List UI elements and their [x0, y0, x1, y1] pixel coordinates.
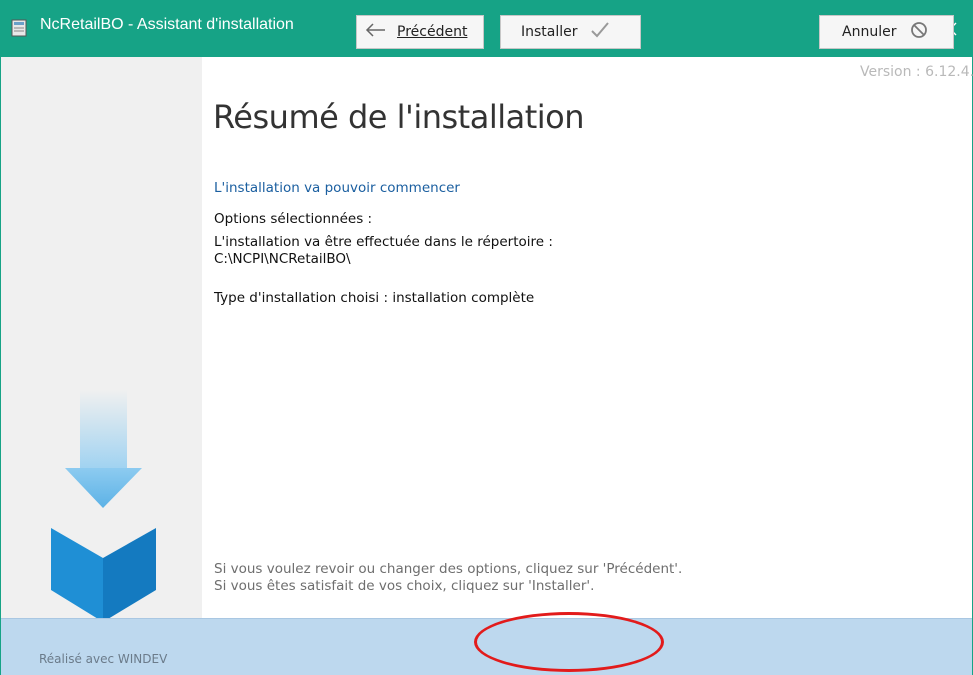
install-directory-path: C:\NCPI\NCRetailBO\	[214, 251, 351, 267]
previous-button-label: Précédent	[397, 24, 468, 40]
hint-previous: Si vous voulez revoir ou changer des opt…	[214, 561, 683, 577]
previous-button[interactable]: Précédent	[356, 15, 484, 49]
subheading: L'installation va pouvoir commencer	[214, 180, 460, 196]
install-box-arrow-icon	[51, 390, 156, 622]
installer-app-icon	[9, 18, 29, 38]
annotation-highlight-ellipse	[474, 612, 664, 672]
selected-options-label: Options sélectionnées :	[214, 211, 373, 227]
window-title: NcRetailBO - Assistant d'installation	[40, 16, 294, 33]
version-label: Version : 6.12.4.3	[860, 64, 973, 80]
checkmark-icon	[590, 21, 610, 43]
install-button[interactable]: Installer	[500, 15, 641, 49]
side-panel	[1, 57, 202, 622]
install-button-label: Installer	[521, 24, 578, 40]
cancel-circle-icon	[910, 21, 928, 43]
install-type-label: Type d'installation choisi : installatio…	[214, 290, 535, 306]
install-directory-label: L'installation va être effectuée dans le…	[214, 234, 553, 250]
hint-install: Si vous êtes satisfait de vos choix, cli…	[214, 578, 595, 594]
made-with-windev: Réalisé avec WINDEV	[39, 652, 168, 666]
arrow-left-icon	[365, 23, 387, 41]
page-title: Résumé de l'installation	[213, 98, 585, 136]
cancel-button-label: Annuler	[842, 24, 897, 40]
cancel-button[interactable]: Annuler	[819, 15, 954, 49]
